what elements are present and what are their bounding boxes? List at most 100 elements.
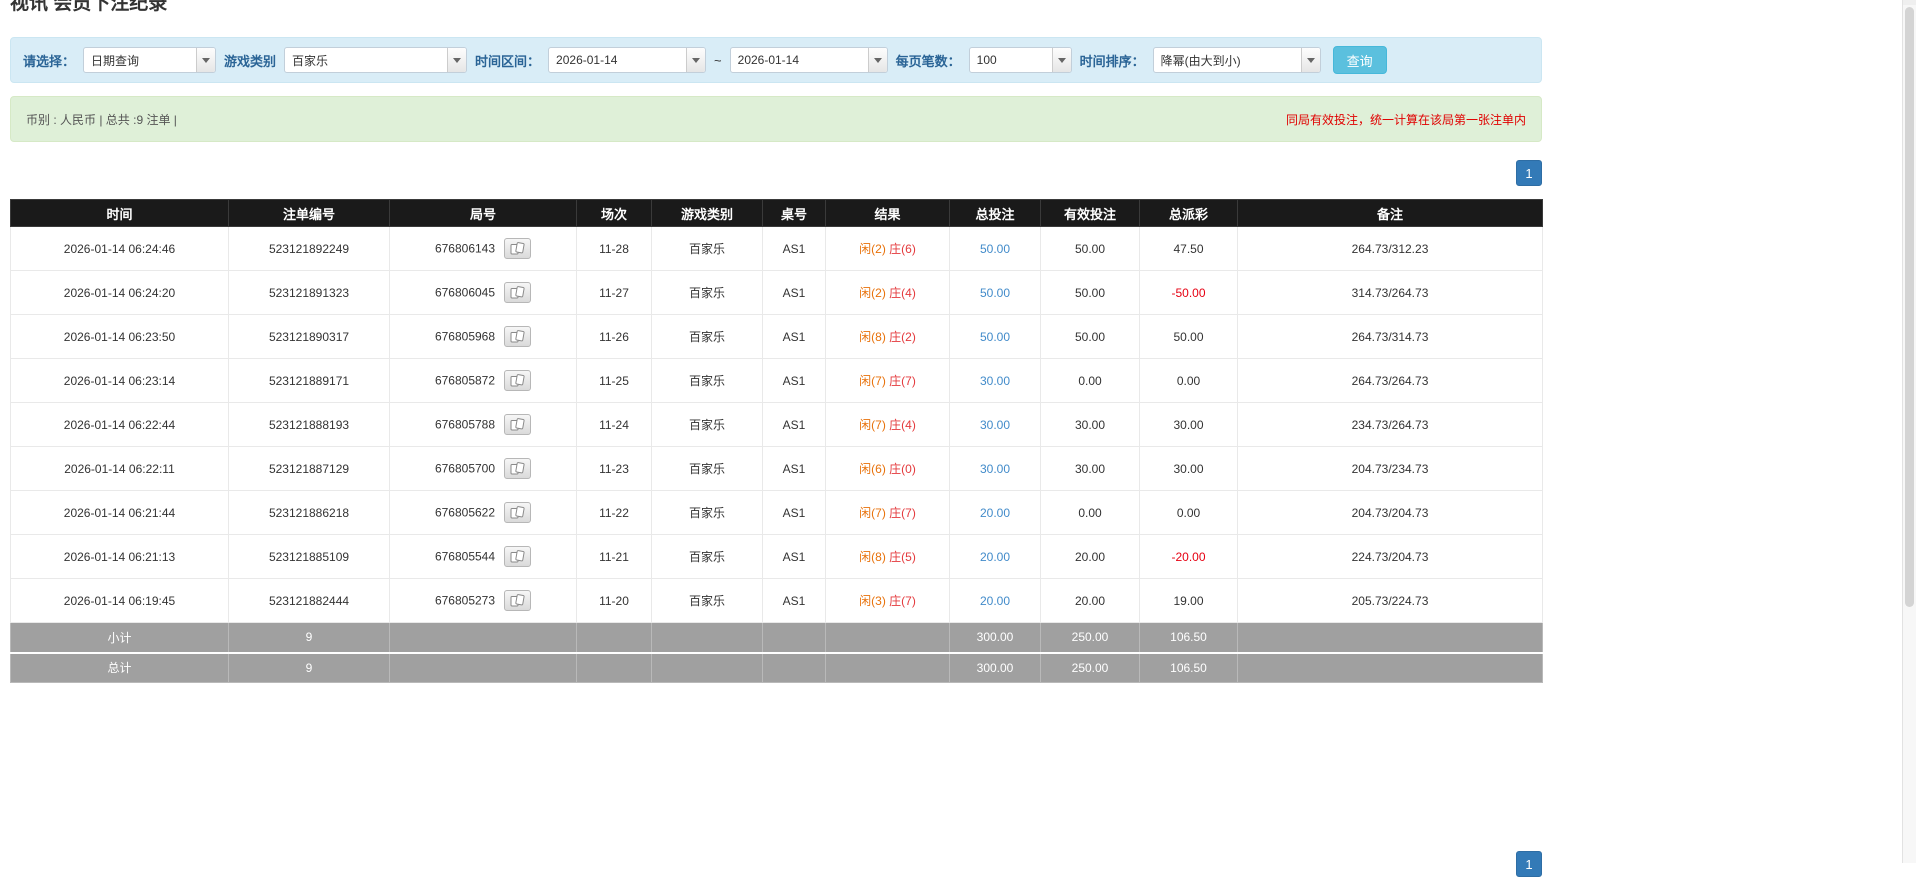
sort-value: 降幂(由大到小) (1160, 53, 1241, 68)
cell-session: 11-25 (576, 358, 652, 403)
table-row: 2026-01-14 06:21:13 523121885109 676805544… (10, 534, 1543, 579)
cell-valid-bet: 50.00 (1040, 270, 1140, 315)
query-type-select[interactable]: 日期查询 (83, 47, 217, 73)
chevron-down-icon[interactable] (447, 48, 467, 72)
cell-table-no: AS1 (762, 314, 826, 359)
chevron-down-icon[interactable] (867, 48, 887, 72)
table-row: 2026-01-14 06:22:44 523121888193 676805788… (10, 402, 1543, 447)
date-to-select[interactable]: 2026-01-14 (729, 47, 888, 73)
table-row: 2026-01-14 06:24:20 523121891323 676806045… (10, 270, 1543, 315)
valid-bet-notice: 同局有效投注，统一计算在该局第一张注单内 (1285, 112, 1526, 127)
date-to-value: 2026-01-14 (737, 53, 800, 67)
total-total-bet: 300.00 (949, 652, 1041, 683)
subtotal-label: 小计 (10, 622, 229, 654)
scroll-up-arrow-icon[interactable]: ▲ (1903, 0, 1916, 5)
chevron-down-icon[interactable] (1051, 48, 1071, 72)
total-bet-link[interactable]: 20.00 (980, 594, 1010, 608)
cell-session: 11-24 (576, 402, 652, 447)
cell-remark: 264.73/264.73 (1237, 358, 1543, 403)
page-1-button[interactable]: 1 (1516, 160, 1542, 186)
cell-total-bet: 30.00 (949, 402, 1041, 447)
cell-result: 闲(7) 庄(7) (825, 358, 950, 403)
cell-category: 百家乐 (651, 314, 763, 359)
cell-payout: 0.00 (1139, 490, 1238, 535)
result-player: 闲(2) (859, 286, 886, 300)
result-banker: 庄(5) (889, 550, 916, 564)
total-bet-link[interactable]: 30.00 (980, 462, 1010, 476)
cell-payout: -50.00 (1139, 270, 1238, 315)
cell-category: 百家乐 (651, 226, 763, 271)
cell-session: 11-28 (576, 226, 652, 271)
table-footer: 小计 9 300.00 250.00 106.50 总计 9 300.00 25… (10, 622, 1543, 683)
view-result-cards-button[interactable] (504, 590, 532, 611)
view-result-cards-button[interactable] (504, 238, 532, 259)
chevron-down-icon[interactable] (196, 48, 216, 72)
cell-bet-id: 523121890317 (228, 314, 390, 359)
cell-valid-bet: 0.00 (1040, 358, 1140, 403)
page-title: 视讯 会员下注纪录 (10, 0, 168, 14)
view-result-cards-button[interactable] (504, 458, 532, 479)
result-player: 闲(2) (859, 242, 886, 256)
cell-total-bet: 20.00 (949, 534, 1041, 579)
sort-select[interactable]: 降幂(由大到小) (1152, 47, 1321, 73)
cell-bet-id: 523121889171 (228, 358, 390, 403)
cell-valid-bet: 20.00 (1040, 578, 1140, 623)
cell-remark: 204.73/234.73 (1237, 446, 1543, 491)
view-result-cards-button[interactable] (504, 414, 532, 435)
game-category-select[interactable]: 百家乐 (284, 47, 468, 73)
cell-total-bet: 20.00 (949, 578, 1041, 623)
cell-total-bet: 30.00 (949, 446, 1041, 491)
view-result-cards-button[interactable] (504, 326, 532, 347)
subtotal-valid-bet: 250.00 (1040, 622, 1140, 654)
cell-bet-id: 523121882444 (228, 578, 390, 623)
cell-category: 百家乐 (651, 358, 763, 403)
view-result-cards-button[interactable] (504, 282, 532, 303)
query-button[interactable]: 查询 (1332, 46, 1387, 74)
cell-session: 11-23 (576, 446, 652, 491)
cell-category: 百家乐 (651, 270, 763, 315)
header-bet-id: 注单编号 (228, 199, 390, 227)
total-bet-link[interactable]: 50.00 (980, 286, 1010, 300)
view-result-cards-button[interactable] (504, 546, 532, 567)
cell-result: 闲(3) 庄(7) (825, 578, 950, 623)
cell-bet-id: 523121885109 (228, 534, 390, 579)
cell-result: 闲(7) 庄(4) (825, 402, 950, 447)
chevron-down-icon[interactable] (1300, 48, 1320, 72)
result-player: 闲(8) (859, 550, 886, 564)
cell-table-no: AS1 (762, 490, 826, 535)
total-bet-link[interactable]: 20.00 (980, 550, 1010, 564)
result-banker: 庄(4) (889, 286, 916, 300)
cell-remark: 264.73/314.73 (1237, 314, 1543, 359)
cell-total-bet: 20.00 (949, 490, 1041, 535)
subtotal-payout: 106.50 (1139, 622, 1238, 654)
result-player: 闲(8) (859, 330, 886, 344)
view-result-cards-button[interactable] (504, 370, 532, 391)
table-row: 2026-01-14 06:23:50 523121890317 676805968… (10, 314, 1543, 359)
header-total-bet: 总投注 (949, 199, 1041, 227)
cell-table-no: AS1 (762, 446, 826, 491)
cell-game-no: 676805544 (389, 534, 577, 579)
vertical-scrollbar[interactable]: ▲ (1902, 0, 1916, 863)
total-valid-bet: 250.00 (1040, 652, 1140, 683)
view-result-cards-button[interactable] (504, 502, 532, 523)
pagination-bottom: 1 (1516, 851, 1542, 877)
total-bet-link[interactable]: 20.00 (980, 506, 1010, 520)
table-row: 2026-01-14 06:19:45 523121882444 676805273… (10, 578, 1543, 623)
scrollbar-thumb[interactable] (1905, 7, 1914, 607)
date-from-select[interactable]: 2026-01-14 (548, 47, 707, 73)
page-size-select[interactable]: 100 (968, 47, 1072, 73)
page-1-button-bottom[interactable]: 1 (1516, 851, 1542, 877)
date-from-value: 2026-01-14 (556, 53, 618, 67)
cell-table-no: AS1 (762, 578, 826, 623)
cell-bet-id: 523121892249 (228, 226, 390, 271)
total-bet-link[interactable]: 50.00 (980, 242, 1010, 256)
total-bet-link[interactable]: 30.00 (980, 418, 1010, 432)
total-bet-link[interactable]: 50.00 (980, 330, 1010, 344)
cell-time: 2026-01-14 06:23:14 (10, 358, 229, 403)
date-separator: ~ (714, 52, 722, 68)
total-bet-link[interactable]: 30.00 (980, 374, 1010, 388)
table-row: 2026-01-14 06:21:44 523121886218 676805622… (10, 490, 1543, 535)
cell-game-no: 676806045 (389, 270, 577, 315)
chevron-down-icon[interactable] (686, 48, 706, 72)
table-row: 2026-01-14 06:23:14 523121889171 676805872… (10, 358, 1543, 403)
